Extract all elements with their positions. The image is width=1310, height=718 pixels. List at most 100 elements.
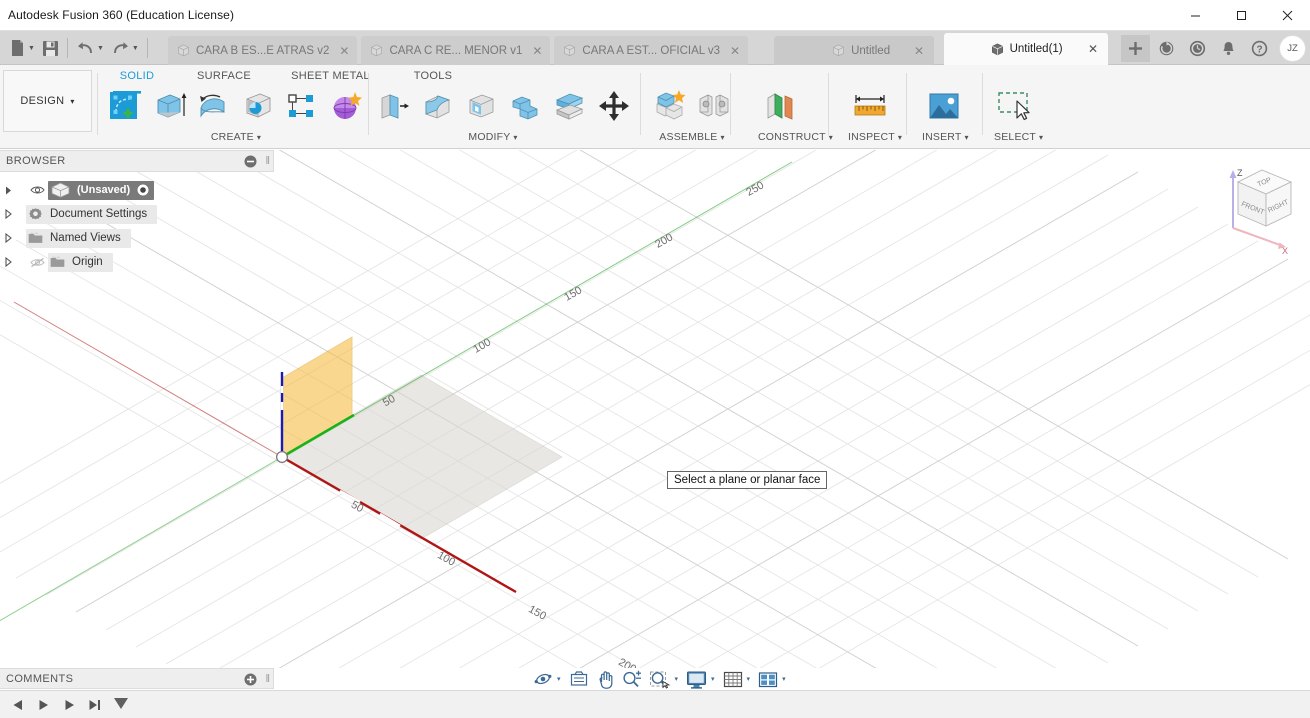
press-pull-button[interactable]	[372, 83, 416, 129]
document-tab-5-active[interactable]: Untitled(1) ✕	[944, 33, 1109, 65]
notifications-button[interactable]	[1214, 35, 1243, 62]
new-component-button[interactable]	[648, 83, 692, 129]
toolbar-divider	[66, 38, 68, 58]
timeline-play-button[interactable]	[32, 694, 54, 716]
visibility-eye-off-icon[interactable]	[26, 257, 48, 268]
expand-arrow-icon[interactable]	[4, 209, 26, 219]
browser-item-row-content[interactable]: Origin	[48, 252, 113, 272]
shell-button[interactable]	[460, 83, 504, 129]
undo-button[interactable]: ▼	[73, 35, 107, 61]
sync-status-button[interactable]	[1152, 35, 1181, 62]
measure-button[interactable]	[848, 83, 892, 129]
document-tab-4[interactable]: Untitled ✕	[774, 36, 935, 65]
browser-item-named-views[interactable]: Named Views	[0, 226, 274, 250]
browser-resize-grip[interactable]: ‖	[265, 155, 270, 167]
maximize-button[interactable]	[1218, 0, 1264, 31]
ribbon-group-modify: MODIFY ▾	[372, 83, 636, 143]
zoom-window-button[interactable]	[646, 666, 674, 692]
document-tab-close-icon[interactable]: ✕	[339, 44, 349, 58]
save-button[interactable]	[39, 35, 62, 61]
new-design-button[interactable]	[1121, 34, 1150, 62]
document-tab-2[interactable]: CARA C RE... MENOR v1 ✕	[361, 36, 551, 65]
construct-plane-button[interactable]	[758, 83, 802, 129]
browser-item-document-settings[interactable]: Document Settings	[0, 202, 274, 226]
browser-root-pill[interactable]: (Unsaved)	[48, 180, 155, 200]
avatar-initials: JZ	[1287, 42, 1298, 54]
ribbon-group-label-create[interactable]: CREATE ▾	[104, 131, 368, 143]
document-tab-1[interactable]: CARA B ES...E ATRAS v2 ✕	[168, 36, 358, 65]
pattern-icon	[288, 94, 313, 117]
redo-button[interactable]: ▼	[108, 35, 142, 61]
document-tab-close-icon[interactable]: ✕	[1088, 42, 1098, 56]
ribbon-group-label-modify[interactable]: MODIFY ▾	[350, 131, 636, 143]
select-tool-button[interactable]	[994, 83, 1038, 129]
move-copy-button[interactable]	[592, 83, 636, 129]
browser-item-origin[interactable]: Origin	[0, 250, 274, 274]
ribbon-divider	[906, 73, 907, 135]
document-tab-close-icon[interactable]: ✕	[532, 44, 542, 58]
grid-snaps-button[interactable]	[720, 666, 746, 692]
viewports-button[interactable]	[755, 666, 781, 692]
recent-activity-button[interactable]	[1183, 35, 1212, 62]
split-body-button[interactable]	[548, 83, 592, 129]
document-tab-close-icon[interactable]: ✕	[914, 44, 924, 58]
pan-button[interactable]	[592, 666, 618, 692]
insert-image-button[interactable]	[922, 83, 966, 129]
add-comment-button[interactable]	[244, 673, 257, 686]
look-at-button[interactable]	[566, 666, 592, 692]
browser-collapse-button[interactable]	[244, 155, 257, 168]
sweep-button[interactable]	[236, 83, 280, 129]
visibility-eye-icon[interactable]	[26, 185, 48, 195]
document-tab-3[interactable]: CARA A EST... OFICIAL v3 ✕	[554, 36, 749, 65]
display-settings-button[interactable]	[683, 666, 710, 692]
ribbon-group-label-assemble[interactable]: ASSEMBLE ▾	[648, 131, 736, 143]
ribbon-group-label-inspect[interactable]: INSPECT ▾	[848, 131, 902, 143]
browser-item-row-content[interactable]: Named Views	[26, 228, 131, 248]
tab-solid[interactable]: SOLID	[104, 68, 170, 84]
image-icon	[929, 93, 959, 119]
minimize-button[interactable]	[1172, 0, 1218, 31]
browser-item-row-content[interactable]: Document Settings	[26, 204, 158, 224]
zoom-button[interactable]	[618, 666, 646, 692]
timeline-step-forward-button[interactable]	[58, 694, 80, 716]
fillet-button[interactable]	[416, 83, 460, 129]
chevron-down-icon[interactable]: ▼	[97, 45, 104, 52]
expand-arrow-icon[interactable]	[4, 233, 26, 243]
tab-tools[interactable]: TOOLS	[391, 68, 475, 84]
chevron-down-icon[interactable]: ▼	[132, 45, 139, 52]
new-component-icon	[656, 90, 686, 120]
navigation-bar: ▾ ▾ ▾ ▾ ▾	[530, 666, 786, 692]
document-tab-close-icon[interactable]: ✕	[730, 44, 740, 58]
extrude-button[interactable]	[148, 83, 192, 129]
chevron-down-icon[interactable]: ▼	[28, 45, 35, 52]
chevron-down-icon[interactable]: ▾	[747, 675, 751, 683]
revolve-button[interactable]	[192, 83, 236, 129]
ribbon-group-label-insert[interactable]: INSERT ▾	[922, 131, 969, 143]
expand-arrow-icon[interactable]	[4, 186, 26, 195]
chevron-down-icon[interactable]: ▾	[782, 675, 786, 683]
timeline-step-back-button[interactable]	[6, 694, 28, 716]
pattern-button[interactable]	[280, 83, 324, 129]
workspace-switcher[interactable]: DESIGN ▾	[3, 70, 92, 132]
create-sketch-button[interactable]	[104, 83, 148, 129]
expand-arrow-icon[interactable]	[4, 257, 26, 267]
ribbon-group-label-select[interactable]: SELECT ▾	[994, 131, 1043, 143]
combine-button[interactable]	[504, 83, 548, 129]
user-avatar[interactable]: JZ	[1279, 34, 1306, 62]
timeline-go-to-end-button[interactable]	[84, 694, 106, 716]
create-form-button[interactable]	[324, 83, 368, 129]
orbit-button[interactable]	[530, 666, 556, 692]
browser-root-row[interactable]: (Unsaved)	[0, 178, 274, 202]
help-button[interactable]: ?	[1245, 35, 1274, 62]
tab-surface[interactable]: SURFACE	[178, 68, 270, 84]
comments-resize-grip[interactable]: ‖	[265, 673, 270, 685]
ribbon-group-label-construct[interactable]: CONSTRUCT ▾	[758, 131, 833, 143]
chevron-down-icon[interactable]: ▾	[675, 675, 679, 683]
timeline-marker[interactable]	[110, 694, 132, 716]
new-document-button[interactable]: ▼	[6, 35, 38, 61]
chevron-down-icon[interactable]: ▾	[711, 675, 715, 683]
view-cube[interactable]: Z X TOP FRONT RIGHT	[1218, 158, 1302, 254]
close-button[interactable]	[1264, 0, 1310, 31]
chevron-down-icon[interactable]: ▾	[557, 675, 561, 683]
browser-root-radio-icon[interactable]	[136, 183, 150, 197]
